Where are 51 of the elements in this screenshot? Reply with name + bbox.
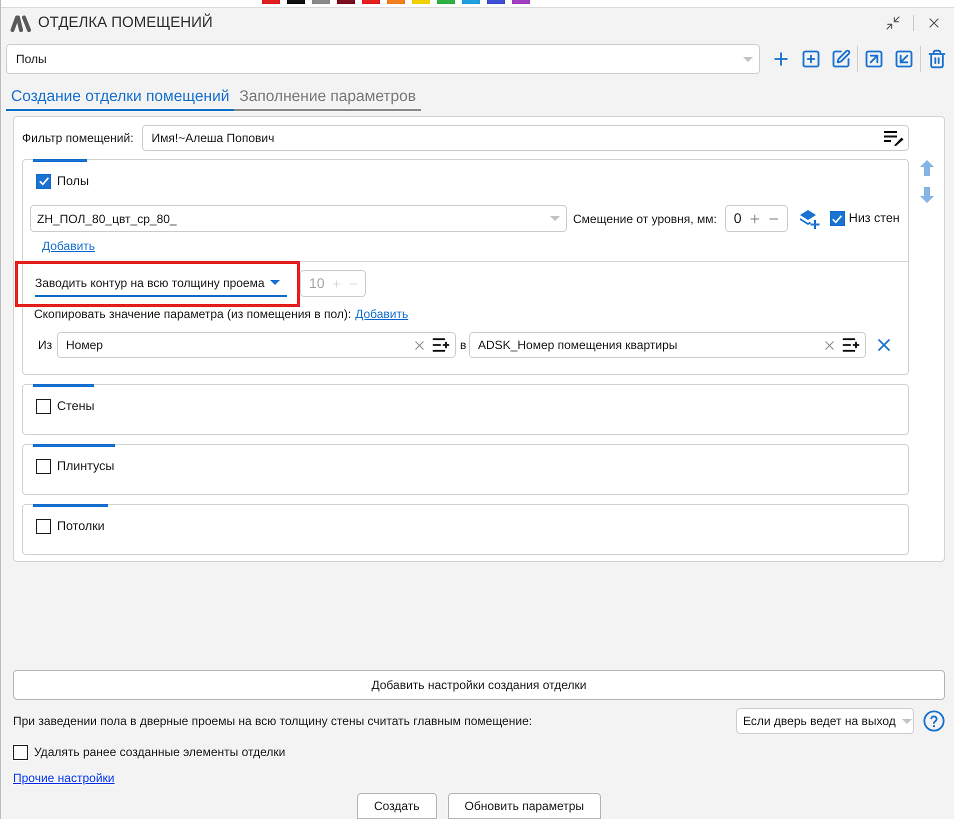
caret-icon xyxy=(550,216,560,221)
section-label: Потолки xyxy=(57,518,105,535)
trash-icon xyxy=(927,49,947,69)
section-label: Полы xyxy=(57,172,89,190)
delete-existing-label: Удалять ранее созданные элементы отделки xyxy=(34,744,286,761)
filter-field[interactable]: Имя!~Алеша Попович xyxy=(142,125,909,151)
export-icon xyxy=(864,49,884,69)
number-field[interactable]: 0 xyxy=(724,205,788,232)
from-label: Из xyxy=(38,337,54,354)
preset-combobox[interactable]: Полы xyxy=(6,44,760,74)
checkbox[interactable] xyxy=(36,518,51,534)
finish-type-combobox[interactable]: ZH_ПОЛ_80_цвт_ср_80_ xyxy=(30,205,567,232)
section-tab-bar xyxy=(33,159,87,162)
wall-bottom-label: Низ стен xyxy=(848,210,900,228)
caret-icon xyxy=(270,280,280,285)
main-room-label: При заведении пола в дверные проемы на всю толщину стены считать главным помещение: xyxy=(13,713,532,730)
parameter-field[interactable]: Номер xyxy=(57,332,456,358)
contour-dropdown[interactable]: Заводить контур на всю толщину проема xyxy=(35,270,287,297)
checkbox[interactable] xyxy=(13,744,28,760)
checkbox[interactable] xyxy=(830,211,845,226)
main-room-dropdown[interactable]: Если дверь ведет на выход xyxy=(736,708,914,734)
copy-parameter-label: Скопировать значение параметра (из помещения в пол): xyxy=(34,306,352,322)
caret-icon xyxy=(902,718,912,724)
parameter-field[interactable]: ADSK_Номер помещения квартиры xyxy=(469,332,866,358)
action-button[interactable]: Обновить параметры xyxy=(448,793,602,819)
logo-icon xyxy=(10,14,32,32)
import-icon xyxy=(894,49,914,69)
tab[interactable]: Создание отделки помещений xyxy=(6,84,234,111)
add-link[interactable]: Добавить xyxy=(355,304,408,322)
collapse-icon[interactable] xyxy=(885,15,901,31)
filter-label: Фильтр помещений: xyxy=(22,130,134,147)
checkbox[interactable] xyxy=(36,174,51,188)
checkbox[interactable] xyxy=(36,458,51,474)
checkbox[interactable] xyxy=(36,398,51,414)
to-label: в xyxy=(460,337,467,354)
section-label: Плинтусы xyxy=(57,458,114,475)
tab[interactable]: Заполнение параметров xyxy=(234,84,422,111)
caret-icon xyxy=(743,56,753,62)
edit-icon xyxy=(831,49,851,69)
layers-plus-icon[interactable] xyxy=(800,208,820,228)
action-button[interactable]: Создать xyxy=(356,793,437,819)
list-edit-icon[interactable] xyxy=(884,130,904,146)
offset-label: Смещение от уровня, мм: xyxy=(573,210,717,228)
add-settings-button[interactable]: Добавить настройки создания отделки xyxy=(13,670,945,700)
help-icon[interactable] xyxy=(923,710,945,732)
other-settings-link[interactable]: Прочие настройки xyxy=(13,769,114,787)
add-link[interactable]: Добавить xyxy=(42,237,96,255)
section-label: Стены xyxy=(57,398,94,415)
square-plus-icon xyxy=(801,49,821,69)
section-tab-bar xyxy=(33,384,94,387)
window-title: ОТДЕЛКА ПОМЕЩЕНИЙ xyxy=(38,12,213,33)
